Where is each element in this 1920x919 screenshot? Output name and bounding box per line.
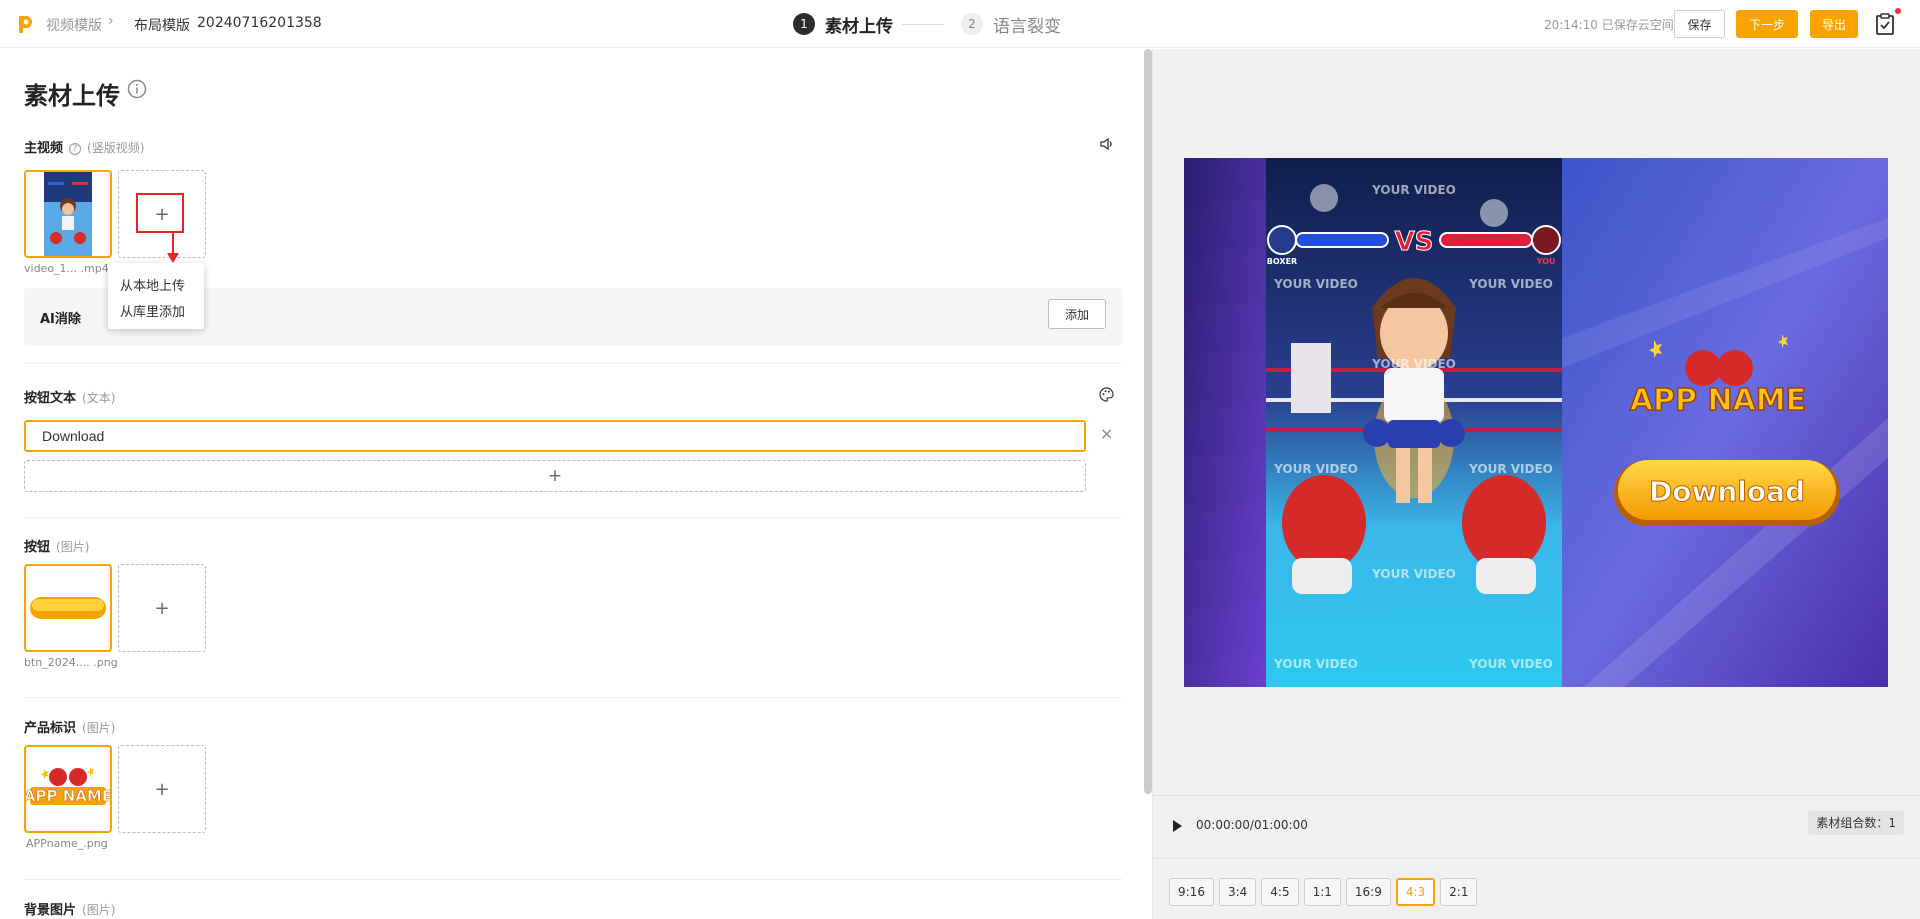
menu-item-library-add[interactable]: 从库里添加 <box>120 301 185 320</box>
section-subtitle: (图片) <box>82 903 116 917</box>
watermark-text: YOUR VIDEO <box>1468 277 1553 291</box>
section-button-text: 按钮文本 (文本) <box>24 387 115 406</box>
player-controls: 00:00:00/01:00:00 素材组合数：1 <box>1153 796 1920 858</box>
next-step-button[interactable]: 下一步 <box>1736 10 1798 38</box>
watermark-text: YOUR VIDEO <box>1371 357 1456 371</box>
video-preview[interactable]: VS BOXER YOU YOUR VIDEO YOUR VIDEO YOUR … <box>1184 158 1888 687</box>
save-button[interactable]: 保存 <box>1674 10 1725 38</box>
ratio-option[interactable]: 4:5 <box>1261 878 1299 906</box>
arrow-down-icon <box>167 233 179 263</box>
section-subtitle: (文本) <box>82 391 116 405</box>
save-status: 20:14:10 已保存云空间 <box>1544 18 1674 32</box>
chevron-right-icon: › <box>108 13 114 29</box>
palette-icon[interactable] <box>1099 387 1114 402</box>
upload-menu: 从本地上传 从库里添加 <box>108 263 204 329</box>
step-number: 1 <box>793 13 815 35</box>
divider <box>24 879 1122 880</box>
scrollbar[interactable] <box>1144 49 1152 794</box>
step-number: 2 <box>961 13 983 35</box>
section-title: 主视频 <box>24 141 64 156</box>
plus-icon: + <box>154 778 170 800</box>
ratio-option[interactable]: 9:16 <box>1169 878 1214 906</box>
help-icon[interactable]: ? <box>69 142 82 155</box>
step-label: 语言裂变 <box>993 16 1061 37</box>
export-button[interactable]: 导出 <box>1810 10 1858 38</box>
step-language[interactable]: 2 语言裂变 <box>961 11 1061 37</box>
ai-erase-label: AI消除 <box>40 312 81 327</box>
info-icon[interactable] <box>127 79 147 99</box>
button-text-input[interactable]: Download <box>24 420 1086 452</box>
logo-filename: APPname_.png <box>26 837 108 850</box>
ratio-option[interactable]: 3:4 <box>1218 878 1257 906</box>
section-title: 按钮 <box>24 540 51 555</box>
button-image-thumbnail[interactable] <box>24 564 112 652</box>
player-right-label: YOU <box>1536 257 1556 266</box>
page-title: 素材上传 <box>24 82 120 110</box>
watermark-text: YOUR VIDEO <box>1468 462 1553 476</box>
section-button: 按钮 (图片) <box>24 536 89 555</box>
menu-item-local-upload[interactable]: 从本地上传 <box>120 275 185 294</box>
play-icon[interactable] <box>1173 820 1182 832</box>
watermark-text: YOUR VIDEO <box>1468 657 1553 671</box>
breadcrumb-layout-template: 布局模版 <box>134 18 190 34</box>
logo-thumbnail[interactable]: APP NAME <box>24 745 112 833</box>
section-subtitle: (图片) <box>82 721 116 735</box>
watermark-text: YOUR VIDEO <box>1371 183 1456 197</box>
section-background: 背景图片 (图片) <box>24 899 115 918</box>
main-video-thumbnail[interactable] <box>24 170 112 258</box>
plus-icon: + <box>154 597 170 619</box>
section-subtitle: (竖版视频) <box>87 141 145 155</box>
section-main-video: 主视频? (竖版视频) <box>24 137 144 156</box>
watermark-text: YOUR VIDEO <box>1273 462 1358 476</box>
section-subtitle: (图片) <box>56 540 90 554</box>
section-title: 产品标识 <box>24 721 77 736</box>
notification-dot <box>1895 8 1901 14</box>
add-text-button[interactable]: + <box>24 460 1086 492</box>
close-icon[interactable]: × <box>1100 424 1113 443</box>
add-logo-image[interactable]: + <box>118 745 206 833</box>
ratio-option[interactable]: 2:1 <box>1440 878 1478 906</box>
ratio-option[interactable]: 16:9 <box>1345 878 1391 906</box>
section-logo: 产品标识 (图片) <box>24 717 115 736</box>
video-filename: video_1... .mp4 <box>24 262 109 275</box>
divider <box>1153 858 1920 859</box>
divider <box>24 517 1122 518</box>
playback-time: 00:00:00/01:00:00 <box>1196 818 1308 832</box>
ratio-option-active[interactable]: 4:3 <box>1395 878 1436 906</box>
material-panel: 素材上传 主视频? (竖版视频) + video_1... .mp4 AI消除 … <box>0 49 1144 919</box>
divider <box>24 697 1122 698</box>
ratio-option[interactable]: 1:1 <box>1303 878 1341 906</box>
top-bar: 视频模版 › 布局模版 20240716201358 1 素材上传 2 语言裂变… <box>0 0 1920 48</box>
breadcrumb-video-template[interactable]: 视频模版 <box>46 15 102 35</box>
aspect-ratio-selector: 9:16 3:4 4:5 1:1 16:9 4:3 2:1 <box>1169 878 1482 906</box>
add-button-image[interactable]: + <box>118 564 206 652</box>
watermark-text: YOUR VIDEO <box>1273 657 1358 671</box>
preview-app-name: APP NAME <box>1630 383 1806 418</box>
app-logo-icon[interactable] <box>16 14 34 34</box>
button-filename: btn_2024.... .png <box>24 656 118 669</box>
ai-add-button[interactable]: 添加 <box>1048 299 1106 329</box>
section-title: 背景图片 <box>24 903 77 918</box>
divider <box>24 363 1122 364</box>
step-connector <box>902 24 944 25</box>
watermark-text: YOUR VIDEO <box>1273 277 1358 291</box>
step-label: 素材上传 <box>825 16 893 37</box>
vs-label: VS <box>1395 227 1434 257</box>
task-clipboard-icon[interactable] <box>1875 13 1895 35</box>
preview-panel: VS BOXER YOU YOUR VIDEO YOUR VIDEO YOUR … <box>1153 49 1920 919</box>
combination-count: 素材组合数：1 <box>1808 811 1904 835</box>
volume-icon[interactable] <box>1099 137 1115 151</box>
watermark-text: YOUR VIDEO <box>1371 567 1456 581</box>
preview-download-text: Download <box>1649 475 1805 508</box>
breadcrumb-project-id: 20240716201358 <box>197 15 322 31</box>
player-left-label: BOXER <box>1267 257 1297 266</box>
section-title: 按钮文本 <box>24 391 77 406</box>
logo-app-name: APP NAME <box>26 787 110 805</box>
step-upload[interactable]: 1 素材上传 <box>793 11 893 37</box>
highlight-box <box>136 193 184 233</box>
